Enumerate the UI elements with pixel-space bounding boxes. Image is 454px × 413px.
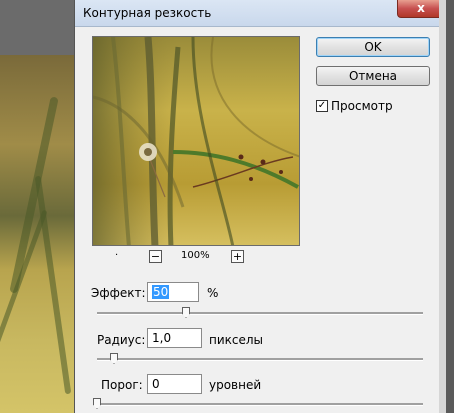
plus-icon: +	[232, 250, 243, 263]
threshold-unit: уровней	[209, 378, 262, 392]
radius-slider-thumb[interactable]	[110, 353, 118, 364]
amount-slider-thumb[interactable]	[182, 307, 190, 318]
document-canvas	[0, 55, 80, 413]
minus-icon: −	[150, 250, 161, 263]
amount-value: 50	[152, 285, 170, 299]
workspace-right-edge	[445, 0, 454, 413]
amount-slider-track[interactable]	[97, 312, 423, 315]
dialog-titlebar[interactable]: Контурная резкость x	[75, 0, 445, 27]
filter-preview-image[interactable]	[92, 36, 300, 246]
radius-unit: пикселы	[209, 333, 264, 347]
close-icon: x	[417, 1, 425, 15]
radius-value: 1,0	[152, 331, 172, 345]
threshold-input[interactable]: 0	[147, 374, 202, 394]
unsharp-mask-dialog: Контурная резкость x · − 100% + OK Отмен…	[74, 0, 446, 413]
preview-photo	[93, 37, 299, 245]
dialog-title: Контурная резкость	[83, 6, 212, 20]
checkmark-icon: ✓	[317, 100, 327, 111]
close-button[interactable]: x	[397, 0, 445, 18]
radius-label: Радиус:	[97, 333, 146, 347]
preview-dot: ·	[115, 250, 119, 261]
threshold-label: Порог:	[101, 378, 143, 392]
threshold-slider-track[interactable]	[97, 403, 423, 406]
amount-unit: %	[207, 286, 219, 300]
canvas-grass-stroke	[34, 175, 72, 395]
amount-label: Эффект:	[91, 286, 146, 300]
zoom-out-button[interactable]: −	[149, 250, 162, 263]
cancel-button[interactable]: Отмена	[316, 66, 430, 86]
radius-input[interactable]: 1,0	[147, 328, 202, 348]
zoom-in-button[interactable]: +	[231, 250, 244, 263]
preview-checkbox[interactable]: ✓	[316, 100, 328, 112]
preview-checkbox-label[interactable]: Просмотр	[331, 99, 393, 113]
dialog-right-border	[439, 0, 446, 413]
threshold-slider-thumb[interactable]	[93, 398, 101, 409]
ok-button[interactable]: OK	[316, 37, 430, 57]
threshold-value: 0	[152, 377, 160, 391]
zoom-level: 100%	[181, 250, 210, 261]
radius-slider-track[interactable]	[97, 358, 423, 361]
amount-input[interactable]: 50	[147, 282, 199, 302]
